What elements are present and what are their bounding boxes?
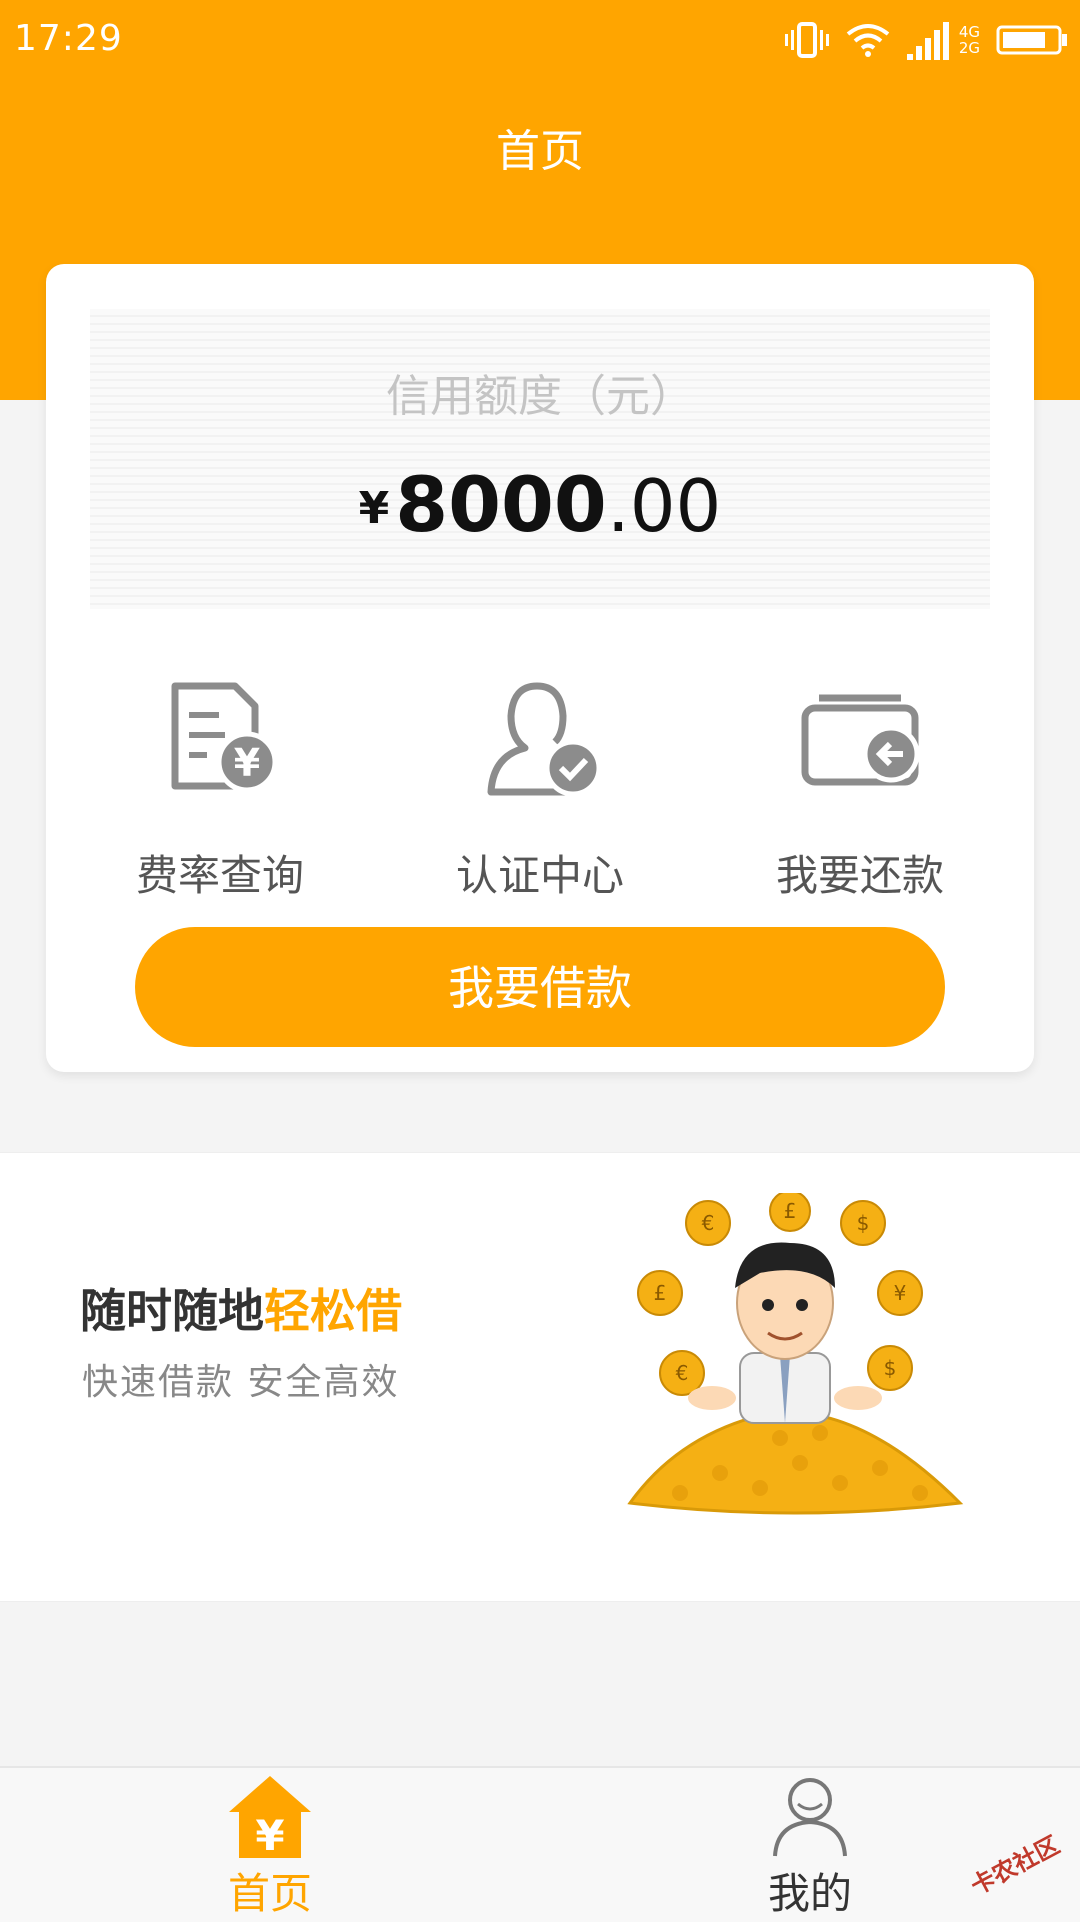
status-time: 17:29 [14,18,123,59]
repay-button[interactable]: 我要还款 [740,676,980,903]
tab-home[interactable]: ¥ 首页 [150,1774,390,1921]
svg-text:£: £ [654,1281,667,1305]
loan-button[interactable]: 我要借款 [135,927,945,1047]
svg-text:¥: ¥ [234,741,260,785]
vibrate-icon [784,22,829,58]
network-type-label: 4G 2G [959,24,980,56]
fee-document-icon: ¥ [171,682,278,793]
network-top: 4G [958,23,980,41]
svg-text:$: $ [884,1356,897,1380]
amount-integer: 8000 [395,460,607,549]
repay-label: 我要还款 [775,851,944,900]
tab-home-label: 首页 [227,1869,312,1918]
signal-icon [906,22,949,60]
status-icons: 4G 2G [784,16,1068,64]
credit-display [90,309,990,609]
bottom-tab-bar: ¥ 首页 我的 [0,1766,1080,1922]
certification-center-button[interactable]: 认证中心 [420,676,660,903]
svg-text:€: € [702,1211,715,1235]
credit-card: 信用额度（元） ¥8000.00 ¥ 费率查询 认证中心 我要还款我要借款 [46,264,1034,1072]
promo-title-main: 随时随地 [80,1284,264,1338]
network-bottom: 2G [958,39,980,57]
promo-title-highlight: 轻松借 [264,1284,402,1338]
svg-text:¥: ¥ [255,1811,284,1858]
tab-mine-label: 我的 [767,1869,852,1918]
svg-text:¥: ¥ [894,1281,907,1305]
svg-text:€: € [676,1361,689,1385]
tab-mine[interactable]: 我的 [690,1774,930,1921]
user-icon [773,1778,847,1857]
currency-symbol: ¥ [358,483,390,534]
money-man-illustration: € £ $ £ ¥ € $ [627,1193,964,1515]
credit-amount: ¥8000.00 [46,460,1034,549]
home-yen-icon: ¥ [229,1776,311,1858]
svg-text:$: $ [857,1211,870,1235]
fee-inquiry-button[interactable]: ¥ 费率查询 [100,676,340,903]
fee-inquiry-label: 费率查询 [135,851,304,900]
wallet-repay-icon [801,694,920,786]
promo-title: 随时随地轻松借 [80,1275,402,1341]
status-bar: 17:29 4G 2G [0,0,1080,80]
battery-icon [996,25,1067,55]
user-verified-icon [487,682,602,797]
promo-subtitle: 快速借款 安全高效 [82,1362,400,1403]
page-title: 首页 [496,126,584,177]
certification-center-label: 认证中心 [455,851,624,900]
wifi-icon [846,24,890,57]
svg-text:£: £ [784,1199,797,1223]
amount-decimal: .00 [606,464,722,548]
credit-label: 信用额度（元） [386,371,694,422]
promo-banner[interactable]: 随时随地轻松借 快速借款 安全高效 € £ $ £ ¥ € $ [0,1152,1080,1602]
